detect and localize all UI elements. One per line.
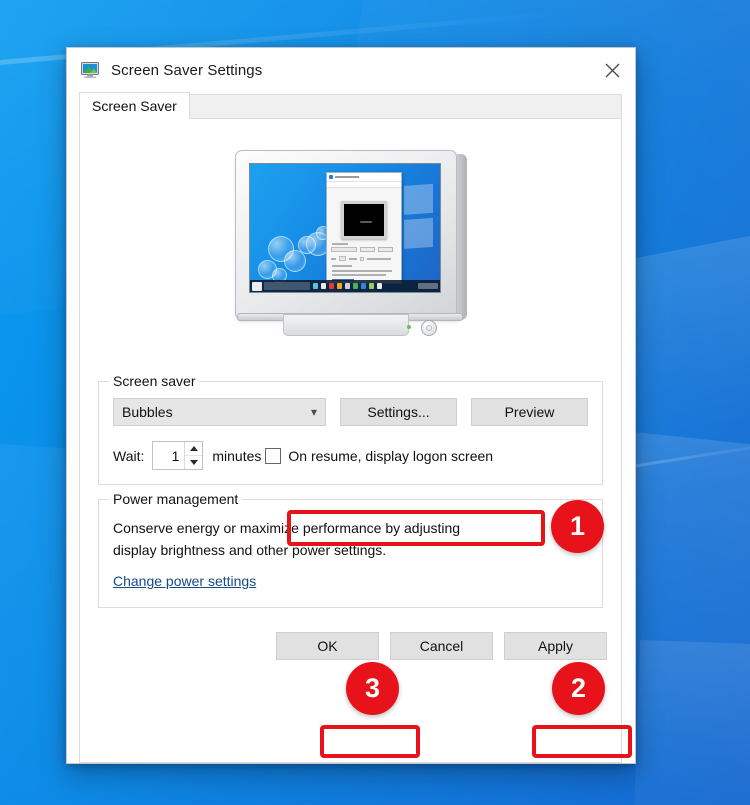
nested-button <box>360 247 375 252</box>
tab-screen-saver[interactable]: Screen Saver <box>79 92 190 119</box>
settings-button-label: Settings... <box>367 404 429 420</box>
annotation-marker-1: 1 <box>551 500 604 553</box>
nested-group-legend <box>332 265 352 267</box>
power-management-group: Power management Conserve energy or maxi… <box>98 499 603 608</box>
minutes-label: minutes <box>212 448 261 464</box>
monitor-stand <box>283 314 409 336</box>
on-resume-checkbox-label: On resume, display logon screen <box>288 448 493 464</box>
wallpaper-light-ray <box>631 640 750 805</box>
tab-label: Screen Saver <box>92 98 177 114</box>
annotation-marker-3-number: 3 <box>365 673 380 704</box>
cancel-button-label: Cancel <box>420 638 464 654</box>
nested-text <box>332 274 386 276</box>
stepper-down-icon[interactable] <box>185 456 202 469</box>
nested-wait-label <box>331 258 336 260</box>
tab-page-screen-saver: Screen saver Bubbles ▾ Settings... Previ… <box>79 119 622 763</box>
nested-spinner <box>339 256 346 261</box>
dialog-title: Screen Saver Settings <box>111 62 262 79</box>
annotation-marker-1-number: 1 <box>570 511 585 542</box>
taskbar-icon <box>361 283 366 289</box>
taskbar-icon <box>313 283 318 289</box>
nested-minutes-label <box>349 258 357 260</box>
nested-button <box>378 247 393 252</box>
change-power-settings-link[interactable]: Change power settings <box>113 573 256 589</box>
settings-button[interactable]: Settings... <box>340 398 457 426</box>
screen-saver-group-legend: Screen saver <box>109 373 199 389</box>
power-led-icon <box>407 325 411 329</box>
power-description-line-1: Conserve energy or maximize performance … <box>113 518 588 540</box>
stepper-up-icon[interactable] <box>185 442 202 456</box>
monitor-side-shade <box>457 154 467 320</box>
taskbar-icon <box>329 283 334 289</box>
stepper-arrows[interactable] <box>184 442 202 469</box>
nested-group-legend <box>332 243 348 245</box>
search-box <box>264 282 310 290</box>
nested-preview-dialog <box>326 172 402 284</box>
dialog-titlebar[interactable]: Screen Saver Settings <box>67 48 635 92</box>
wait-minutes-stepper[interactable]: 1 <box>152 441 203 470</box>
preview-button-label: Preview <box>505 404 555 420</box>
wait-label: Wait: <box>113 448 144 464</box>
screen-saver-dropdown-value: Bubbles <box>122 404 173 420</box>
annotation-marker-3: 3 <box>346 662 399 715</box>
screen-saver-group: Screen saver Bubbles ▾ Settings... Previ… <box>98 381 603 485</box>
screen-saver-settings-dialog: Screen Saver Settings Screen Saver <box>66 47 636 764</box>
ok-button[interactable]: OK <box>276 632 379 660</box>
start-icon <box>252 282 262 291</box>
monitor-screen <box>249 163 441 293</box>
screen-saver-preview <box>80 119 621 381</box>
bubble <box>284 250 306 272</box>
close-icon[interactable] <box>589 48 635 92</box>
nested-combo <box>331 247 357 252</box>
taskbar-icon <box>377 283 382 289</box>
apply-button-label: Apply <box>538 638 573 654</box>
ok-button-label: OK <box>317 638 337 654</box>
nested-preview-monitor <box>341 201 387 239</box>
taskbar-icon <box>337 283 342 289</box>
cancel-button[interactable]: Cancel <box>390 632 493 660</box>
nested-checkbox <box>360 257 364 261</box>
nested-taskbar <box>250 280 440 292</box>
nested-text <box>332 270 392 272</box>
apply-button[interactable]: Apply <box>504 632 607 660</box>
settings-content: Screen saver Bubbles ▾ Settings... Previ… <box>80 381 621 622</box>
tab-strip: Screen Saver <box>67 92 635 119</box>
on-resume-display-logon-screen-checkbox[interactable]: On resume, display logon screen <box>265 448 493 464</box>
screen-saver-dropdown[interactable]: Bubbles ▾ <box>113 398 326 426</box>
dialog-footer: OK Cancel Apply <box>80 622 621 674</box>
nested-dialog-tab <box>327 182 401 188</box>
annotation-marker-2: 2 <box>552 662 605 715</box>
taskbar-icon <box>321 283 326 289</box>
checkbox-icon[interactable] <box>265 448 281 464</box>
nested-dialog-titlebar <box>327 173 401 182</box>
taskbar-clock <box>418 283 438 289</box>
annotation-marker-2-number: 2 <box>571 673 586 704</box>
taskbar-icon <box>369 283 374 289</box>
taskbar-icon <box>345 283 350 289</box>
wait-minutes-value[interactable]: 1 <box>153 442 184 469</box>
preview-monitor <box>235 150 467 350</box>
preview-button[interactable]: Preview <box>471 398 588 426</box>
nested-checkbox-label <box>367 258 391 260</box>
chevron-down-icon: ▾ <box>311 406 317 418</box>
power-button-icon <box>421 320 437 336</box>
monitor-icon <box>81 61 100 80</box>
taskbar-icon <box>353 283 358 289</box>
power-description-line-2: display brightness and other power setti… <box>113 540 588 562</box>
power-management-group-legend: Power management <box>109 491 242 507</box>
